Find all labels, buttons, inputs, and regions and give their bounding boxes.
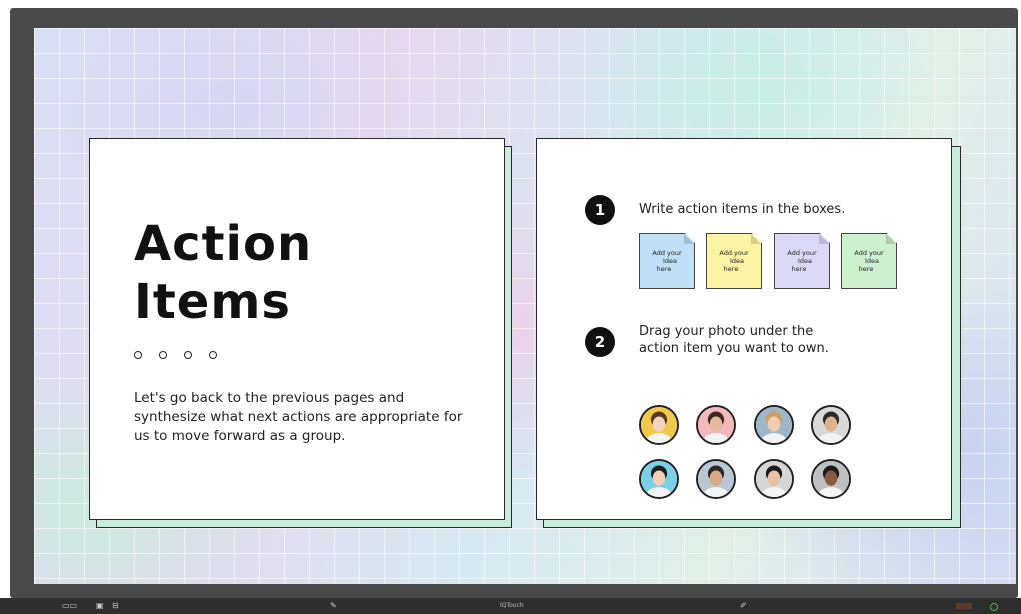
step-2-text-line-2: action item you want to own. <box>639 341 829 356</box>
window-icon[interactable]: ▭▭ <box>62 600 77 612</box>
sticky-note-text: Add your Idea here <box>854 249 884 273</box>
right-card[interactable]: 1 Write action items in the boxes. Add y… <box>536 138 952 520</box>
step-1-badge: 1 <box>585 195 615 225</box>
avatar-photo[interactable] <box>639 405 679 445</box>
dot-icon <box>134 351 142 359</box>
avatar-photo[interactable] <box>811 459 851 499</box>
left-card[interactable]: Action Items Let's go back to the previo… <box>89 138 505 520</box>
avatar-photo[interactable] <box>696 405 736 445</box>
avatar-photo[interactable] <box>639 459 679 499</box>
whiteboard-canvas[interactable]: Action Items Let's go back to the previo… <box>34 28 1016 584</box>
avatar-photo[interactable] <box>754 405 794 445</box>
taskbar: ▭▭ ▣ ⊟ ✎ IQTouch ✐ <box>0 598 1021 614</box>
step-2-badge: 2 <box>585 327 615 357</box>
decorative-dots <box>134 351 217 359</box>
sticky-note-text: Add your Idea here <box>719 249 749 273</box>
title-line-1: Action <box>134 216 313 272</box>
sticky-note-green[interactable]: Add your Idea here <box>841 233 897 289</box>
dot-icon <box>159 351 167 359</box>
step-2-text-line-1: Drag your photo under the <box>639 324 814 339</box>
fold-icon <box>886 234 896 244</box>
avatar-photo[interactable] <box>811 405 851 445</box>
avatar-photo[interactable] <box>696 459 736 499</box>
sticky-note-text: Add your Idea here <box>787 249 817 273</box>
dot-icon <box>184 351 192 359</box>
sticky-note-blue[interactable]: Add your Idea here <box>639 233 695 289</box>
fold-icon <box>819 234 829 244</box>
pencil-icon[interactable]: ✐ <box>740 600 747 612</box>
slide-description: Let's go back to the previous pages and … <box>134 390 463 444</box>
sticky-note-purple[interactable]: Add your Idea here <box>774 233 830 289</box>
fold-icon <box>684 234 694 244</box>
sticky-note-text: Add your Idea here <box>652 249 682 273</box>
dot-icon <box>209 351 217 359</box>
tray-icon[interactable]: ⊟ <box>112 600 119 612</box>
sticky-note-yellow[interactable]: Add your Idea here <box>706 233 762 289</box>
taskbar-label: IQTouch <box>500 602 524 609</box>
title-line-2: Items <box>134 274 291 330</box>
power-indicator-icon <box>990 603 998 611</box>
status-bar-icon <box>956 603 972 609</box>
avatar-photo[interactable] <box>754 459 794 499</box>
step-1-text: Write action items in the boxes. <box>639 202 846 217</box>
slide-title: Action Items <box>134 215 312 331</box>
fold-icon <box>751 234 761 244</box>
monitor-icon[interactable]: ▣ <box>96 600 104 612</box>
step-2-text: Drag your photo under the action item yo… <box>639 323 829 357</box>
pen-icon[interactable]: ✎ <box>330 600 337 612</box>
